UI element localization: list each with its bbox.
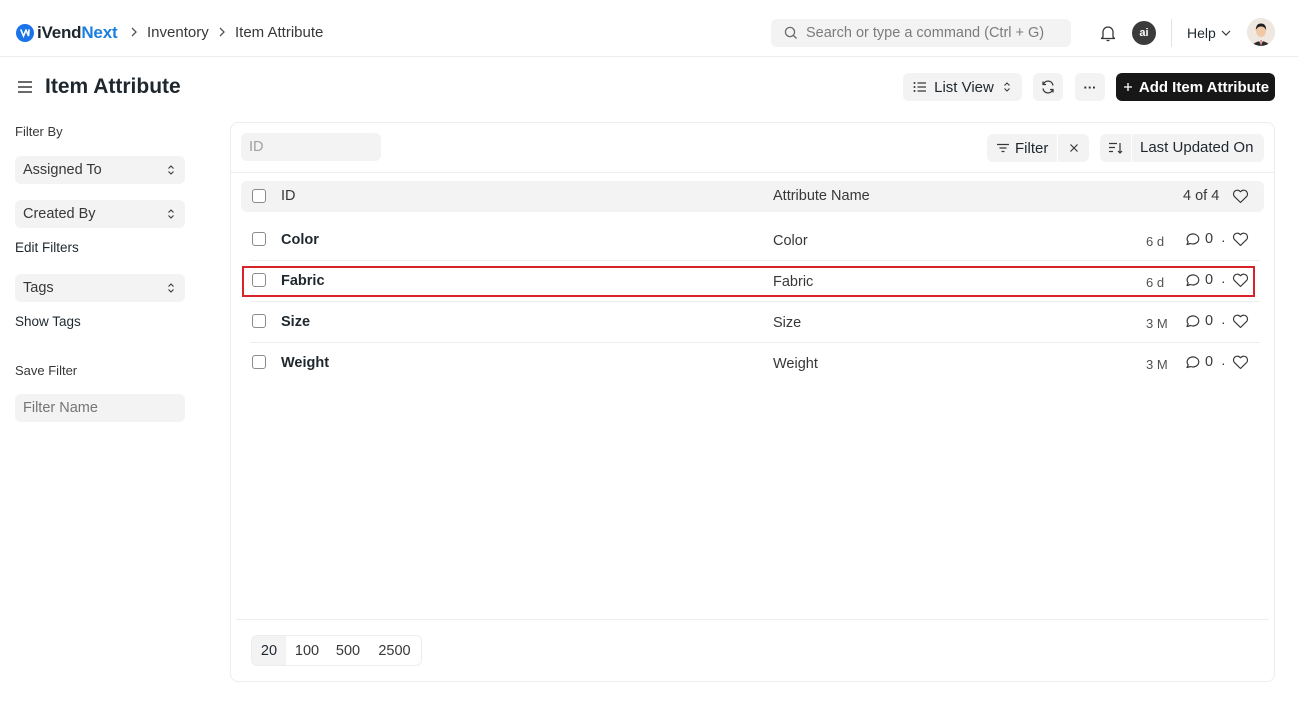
sort-button-group: Last Updated On — [1100, 134, 1264, 162]
created-by-label: Created By — [23, 206, 96, 222]
row-attribute-name: Weight — [773, 356, 818, 372]
sort-order-icon[interactable] — [1108, 141, 1124, 155]
liked-filter-heart-icon[interactable] — [1232, 189, 1249, 204]
brand-name: iVendNext — [37, 23, 118, 42]
select-caret-icon — [168, 283, 174, 293]
list-row[interactable]: Color Color 6 d 0 · — [241, 220, 1264, 261]
plus-icon — [1123, 83, 1132, 91]
add-button-label: Add Item Attribute — [1138, 78, 1270, 96]
row-modified-time: 6 d — [1146, 234, 1165, 249]
id-filter-input[interactable]: ID — [241, 133, 381, 161]
chevron-right-icon — [131, 27, 137, 37]
filter-divider — [1057, 134, 1058, 162]
refresh-icon — [1042, 80, 1054, 94]
row-checkbox[interactable] — [252, 314, 266, 328]
filter-button[interactable]: Filter — [1015, 140, 1048, 157]
notification-bell-icon[interactable] — [1100, 24, 1116, 42]
row-modified-time: 3 M — [1146, 357, 1168, 372]
row-id-link[interactable]: Color — [281, 232, 319, 248]
help-label: Help — [1187, 25, 1216, 41]
row-checkbox[interactable] — [252, 232, 266, 246]
search-placeholder: Search or type a command (Ctrl + G) — [806, 25, 1045, 41]
brand-logo-link[interactable]: iVendNext — [16, 23, 118, 43]
clear-filter-icon[interactable] — [1069, 143, 1079, 153]
select-caret-icon — [168, 209, 174, 219]
filter-by-heading: Filter By — [15, 124, 63, 139]
user-avatar[interactable] — [1247, 18, 1275, 46]
assigned-to-select[interactable]: Assigned To — [15, 156, 185, 184]
tags-select[interactable]: Tags — [15, 274, 185, 302]
page-size-selector: 20 100 500 2500 — [251, 635, 422, 666]
row-comment-count[interactable]: 0 — [1185, 231, 1213, 247]
row-attribute-name: Color — [773, 233, 808, 249]
assigned-to-label: Assigned To — [23, 162, 102, 178]
row-id-link[interactable]: Weight — [281, 355, 329, 371]
comment-icon — [1186, 232, 1200, 245]
filter-icon — [997, 143, 1009, 153]
row-separator-dot: · — [1221, 314, 1226, 330]
row-separator-dot: · — [1221, 232, 1226, 248]
breadcrumb-item-attribute[interactable]: Item Attribute — [235, 24, 323, 41]
chevron-down-icon — [1221, 30, 1231, 36]
filter-name-input[interactable] — [15, 394, 185, 422]
footer-divider — [236, 619, 1269, 620]
show-tags-link[interactable]: Show Tags — [15, 314, 81, 329]
save-filter-heading: Save Filter — [15, 363, 78, 378]
row-modified-time: 3 M — [1146, 316, 1168, 331]
row-attribute-name: Size — [773, 315, 802, 331]
sort-divider — [1131, 134, 1132, 162]
list-header-row: ID Attribute Name 4 of 4 — [241, 181, 1264, 212]
tags-label: Tags — [23, 280, 54, 296]
page-size-500[interactable]: 500 — [328, 636, 368, 665]
chevron-right-icon — [219, 27, 225, 37]
comment-icon — [1186, 355, 1200, 368]
refresh-button[interactable] — [1033, 73, 1063, 101]
breadcrumb-inventory[interactable]: Inventory — [147, 24, 209, 41]
list-row[interactable]: Weight Weight 3 M 0 · — [241, 343, 1264, 384]
like-heart-icon[interactable] — [1232, 232, 1249, 247]
search-icon — [784, 26, 797, 39]
page-title: Item Attribute — [45, 75, 181, 98]
row-comment-count[interactable]: 0 — [1185, 313, 1213, 329]
page-size-2500[interactable]: 2500 — [368, 636, 421, 665]
navbar: iVendNext Inventory Item Attribute Searc… — [0, 0, 1298, 57]
add-item-attribute-button[interactable]: Add Item Attribute — [1116, 73, 1275, 101]
row-checkbox[interactable] — [252, 355, 266, 369]
sidebar-toggle-icon[interactable] — [17, 80, 33, 94]
sort-by-button[interactable]: Last Updated On — [1140, 139, 1253, 156]
like-heart-icon[interactable] — [1232, 314, 1249, 329]
navbar-divider — [1171, 19, 1172, 47]
row-comment-count[interactable]: 0 — [1185, 354, 1213, 370]
edit-filters-link[interactable]: Edit Filters — [15, 240, 79, 255]
created-by-select[interactable]: Created By — [15, 200, 185, 228]
like-heart-icon[interactable] — [1232, 355, 1249, 370]
row-id-link[interactable]: Size — [281, 314, 310, 330]
search-input[interactable]: Search or type a command (Ctrl + G) — [771, 19, 1071, 47]
page-size-20[interactable]: 20 — [252, 636, 286, 665]
column-header-attribute-name: Attribute Name — [773, 188, 870, 204]
toolbar-divider — [231, 172, 1274, 173]
select-all-checkbox[interactable] — [252, 189, 266, 203]
row-highlight-box — [242, 266, 1255, 297]
user-avatar-image — [1247, 18, 1275, 46]
filter-button-group: Filter — [987, 134, 1089, 162]
select-caret-icon — [168, 165, 174, 175]
view-label: List View — [934, 78, 994, 96]
list-view-switcher[interactable]: List View — [903, 73, 1022, 101]
comment-icon — [1186, 314, 1200, 327]
brand-mark-icon — [16, 24, 34, 42]
column-header-id: ID — [281, 188, 296, 204]
record-count: 4 of 4 — [1183, 188, 1220, 204]
ai-assistant-button[interactable]: ai — [1132, 21, 1156, 45]
sort-caret-icon — [1003, 82, 1010, 92]
help-dropdown[interactable]: Help — [1187, 25, 1232, 41]
list-row[interactable]: Size Size 3 M 0 · — [241, 302, 1264, 343]
row-separator-dot: · — [1221, 355, 1226, 371]
page-size-100[interactable]: 100 — [286, 636, 328, 665]
more-actions-button[interactable]: ··· — [1075, 73, 1105, 101]
list-icon — [913, 82, 927, 92]
